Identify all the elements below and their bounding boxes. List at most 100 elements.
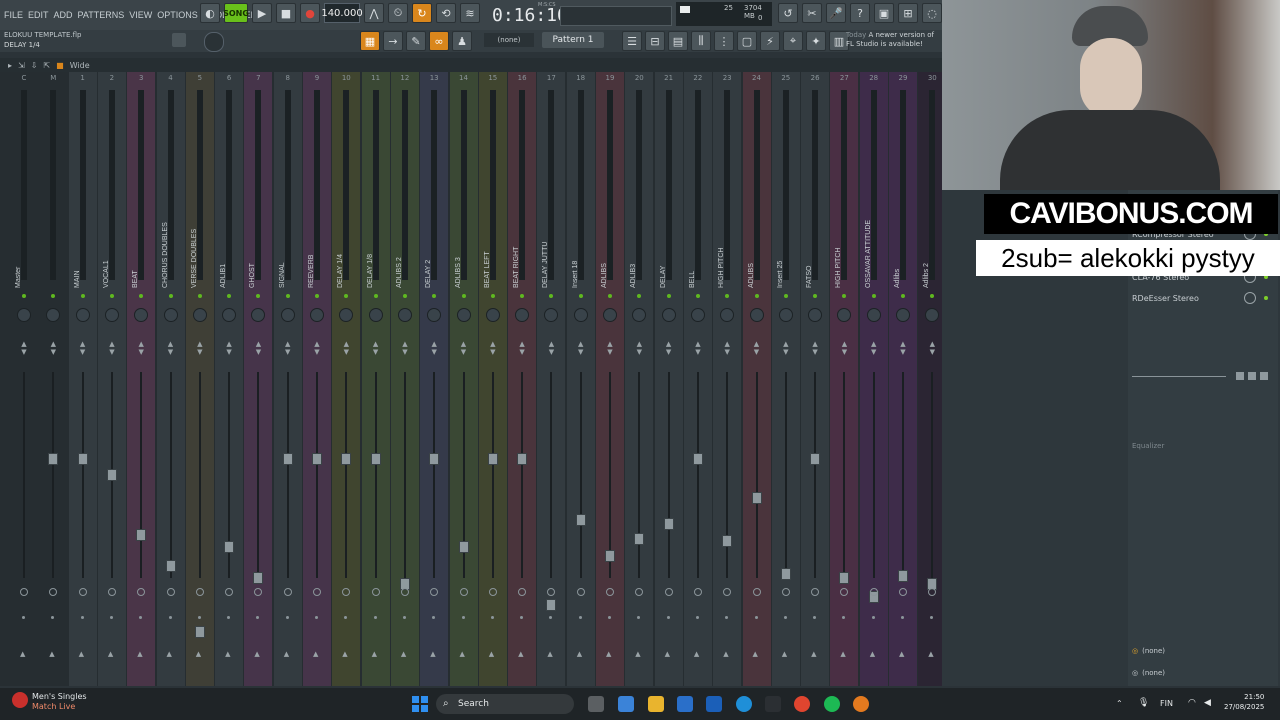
send-arrow-icon[interactable]: ▲ bbox=[665, 650, 670, 658]
track-enable-led[interactable] bbox=[930, 294, 935, 298]
playlist-icon[interactable]: ☰ bbox=[622, 31, 642, 51]
wifi-icon[interactable]: ◠ bbox=[1188, 698, 1196, 708]
track-enable-led[interactable] bbox=[22, 294, 26, 298]
mixer-layout-label[interactable]: Wide bbox=[70, 61, 90, 70]
send-switch-icon[interactable] bbox=[693, 588, 702, 596]
route-dot[interactable] bbox=[871, 616, 875, 619]
track-enable-led[interactable] bbox=[285, 294, 290, 298]
send-switch-icon[interactable] bbox=[664, 588, 673, 596]
wait-input-icon[interactable]: ⏲ bbox=[388, 3, 408, 23]
track-enable-led[interactable] bbox=[51, 294, 56, 298]
track-enable-led[interactable] bbox=[139, 294, 144, 298]
send-arrow-icon[interactable]: ▲ bbox=[225, 650, 230, 658]
pan-knob[interactable] bbox=[749, 308, 764, 322]
route-dot[interactable] bbox=[783, 616, 787, 619]
stereo-separation-icon[interactable]: ▲▼ bbox=[284, 340, 292, 356]
mixer-track[interactable]: 9 REEVERB ▲ ▼ ▲ bbox=[303, 72, 331, 686]
route-dot[interactable] bbox=[754, 616, 758, 619]
track-enable-led[interactable] bbox=[725, 294, 730, 298]
volume-fader[interactable] bbox=[282, 453, 293, 466]
pan-knob[interactable] bbox=[397, 308, 412, 322]
send-switch-icon[interactable] bbox=[49, 588, 58, 596]
stereo-separation-icon[interactable]: ▲▼ bbox=[606, 340, 614, 356]
track-enable-led[interactable] bbox=[813, 294, 818, 298]
route-dot[interactable] bbox=[842, 616, 846, 619]
loop-record-icon[interactable]: ⟲ bbox=[436, 3, 456, 23]
stop-icon[interactable]: ■ bbox=[276, 3, 296, 23]
tray-chevron-icon[interactable]: ⌃ bbox=[1116, 699, 1123, 708]
route-dot[interactable] bbox=[168, 616, 172, 619]
route-dot[interactable] bbox=[285, 616, 289, 619]
mixer-track[interactable]: 15 BEAT LEFT ▲ ▼ ▲ bbox=[478, 72, 507, 686]
chat-icon[interactable]: ◌ bbox=[922, 3, 942, 23]
cut-icon[interactable]: ✂ bbox=[802, 3, 822, 23]
store-icon[interactable] bbox=[677, 696, 693, 712]
send-arrow-icon[interactable]: ▲ bbox=[284, 650, 289, 658]
file-explorer-icon[interactable] bbox=[648, 696, 664, 712]
send-switch-icon[interactable] bbox=[752, 588, 761, 596]
send-arrow-icon[interactable]: ▲ bbox=[723, 650, 728, 658]
send-arrow-icon[interactable]: ▲ bbox=[694, 650, 699, 658]
pan-knob[interactable] bbox=[75, 308, 90, 322]
send-switch-icon[interactable] bbox=[225, 588, 234, 596]
tempo-display[interactable]: 140.000 bbox=[321, 3, 363, 23]
mixer-track[interactable]: 10 DELAY 1/4 ▲ ▼ ▲ bbox=[332, 72, 361, 686]
pattern-selector[interactable]: Pattern 1 bbox=[542, 32, 604, 48]
menu-item-file[interactable]: FILE bbox=[4, 10, 23, 20]
mixer-track[interactable]: 18 Insert 18 ▲ ▼ ▲ bbox=[566, 72, 595, 686]
send-switch-icon[interactable] bbox=[254, 588, 263, 596]
send-arrow-icon[interactable]: ▲ bbox=[342, 650, 347, 658]
route-dot[interactable] bbox=[520, 616, 524, 619]
windows-start-icon[interactable] bbox=[412, 696, 428, 712]
pan-knob[interactable] bbox=[720, 308, 735, 322]
pencil-icon[interactable]: ✎ bbox=[406, 31, 426, 51]
edge-icon[interactable] bbox=[736, 696, 752, 712]
send-arrow-icon[interactable]: ▲ bbox=[401, 650, 406, 658]
send-switch-icon[interactable] bbox=[488, 588, 497, 596]
mixer-track[interactable]: 22 BELL ▲ ▼ ▲ bbox=[683, 72, 712, 686]
stereo-separation-icon[interactable]: ▲▼ bbox=[782, 340, 790, 356]
send-arrow-icon[interactable]: ▲ bbox=[899, 650, 904, 658]
volume-fader[interactable] bbox=[722, 534, 733, 547]
stereo-separation-icon[interactable]: ▲▼ bbox=[811, 340, 819, 356]
stereo-separation-icon[interactable]: ▲▼ bbox=[928, 340, 936, 356]
song-mode-button[interactable]: SONG bbox=[223, 3, 249, 23]
gear-icon[interactable]: ✦ bbox=[806, 31, 826, 51]
mixer-arrows-icon[interactable]: ⇲ bbox=[18, 61, 25, 70]
fx-fader-handle[interactable] bbox=[1260, 372, 1268, 380]
pan-knob[interactable] bbox=[690, 308, 705, 322]
fx-enable-led[interactable] bbox=[1264, 296, 1268, 300]
track-enable-led[interactable] bbox=[315, 294, 319, 298]
track-enable-led[interactable] bbox=[520, 294, 525, 298]
stereo-separation-icon[interactable]: ▲▼ bbox=[430, 340, 438, 356]
send-arrow-icon[interactable]: ▲ bbox=[782, 650, 787, 658]
send-arrow-icon[interactable]: ▲ bbox=[137, 650, 142, 658]
route-dot[interactable] bbox=[80, 616, 84, 619]
route-dot[interactable] bbox=[197, 616, 201, 619]
channel-rack-icon[interactable]: ⊟ bbox=[645, 31, 665, 51]
pan-knob[interactable] bbox=[866, 308, 881, 322]
volume-fader[interactable] bbox=[224, 540, 235, 553]
send-switch-icon[interactable] bbox=[869, 588, 878, 596]
volume-fader[interactable] bbox=[370, 453, 381, 466]
stereo-separation-icon[interactable]: ▲▼ bbox=[870, 340, 878, 356]
track-enable-led[interactable] bbox=[666, 294, 671, 298]
send-switch-icon[interactable] bbox=[430, 588, 439, 596]
mixer-track[interactable]: 20 ADLIB3 ▲ ▼ ▲ bbox=[625, 72, 654, 686]
pan-knob[interactable] bbox=[456, 308, 471, 322]
volume-fader[interactable] bbox=[429, 453, 440, 466]
send-arrow-icon[interactable]: ▲ bbox=[372, 650, 377, 658]
send-switch-icon[interactable] bbox=[840, 588, 849, 596]
fl-studio-icon[interactable] bbox=[853, 696, 869, 712]
mixer-track[interactable]: 4 CHORUS DOUBLES ▲ ▼ ▲ bbox=[156, 72, 185, 686]
send-switch-icon[interactable] bbox=[781, 588, 790, 596]
menu-item-options[interactable]: OPTIONS bbox=[157, 10, 198, 20]
lock-icon[interactable] bbox=[172, 33, 186, 47]
send-arrow-icon[interactable]: ▲ bbox=[313, 650, 318, 658]
mixer-track[interactable]: 21 DELAY ▲ ▼ ▲ bbox=[654, 72, 683, 686]
track-enable-led[interactable] bbox=[695, 294, 700, 298]
blend-notes-icon[interactable]: ≋ bbox=[460, 3, 480, 23]
mixer-track[interactable]: 13 DELAY 2 ▲ ▼ ▲ bbox=[420, 72, 449, 686]
send-switch-icon[interactable] bbox=[928, 588, 937, 596]
stereo-separation-icon[interactable]: ▲▼ bbox=[665, 340, 673, 356]
